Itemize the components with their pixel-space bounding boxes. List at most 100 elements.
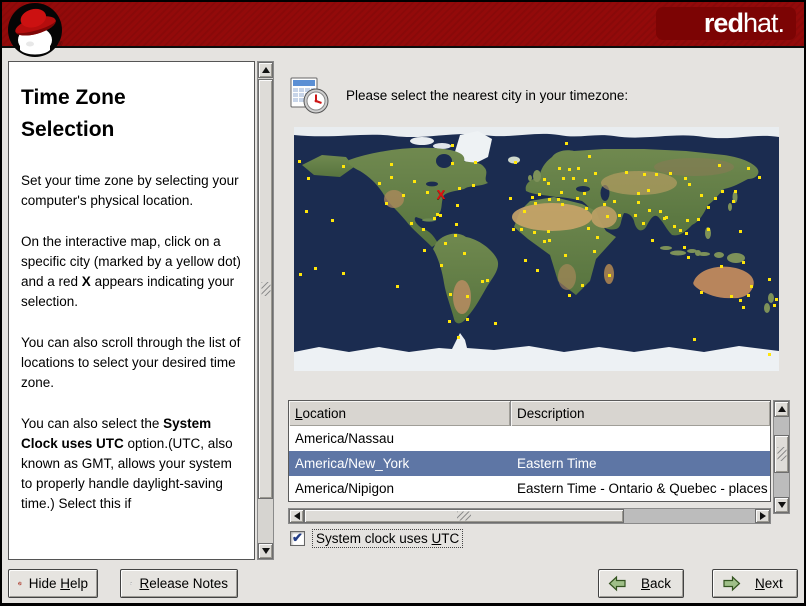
city-dot[interactable] bbox=[453, 233, 457, 237]
city-dot[interactable] bbox=[480, 279, 484, 283]
city-dot[interactable] bbox=[768, 353, 772, 357]
city-dot[interactable] bbox=[560, 191, 564, 195]
city-dot[interactable] bbox=[668, 172, 672, 176]
city-dot[interactable] bbox=[546, 181, 550, 185]
city-dot[interactable] bbox=[585, 207, 589, 211]
city-dot[interactable] bbox=[700, 193, 704, 197]
city-dot[interactable] bbox=[341, 165, 345, 169]
city-dot[interactable] bbox=[683, 246, 687, 250]
city-dot[interactable] bbox=[561, 176, 565, 180]
city-dot[interactable] bbox=[733, 189, 737, 193]
city-dot[interactable] bbox=[538, 193, 542, 197]
city-dot[interactable] bbox=[389, 163, 393, 167]
city-dot[interactable] bbox=[594, 172, 598, 176]
help-scroll-up-button[interactable] bbox=[258, 62, 273, 78]
city-dot[interactable] bbox=[532, 230, 536, 234]
city-dot[interactable] bbox=[687, 256, 691, 260]
city-dot[interactable] bbox=[738, 229, 742, 233]
city-dot[interactable] bbox=[642, 173, 646, 177]
help-scrollbar[interactable] bbox=[257, 61, 274, 560]
world-map[interactable]: X bbox=[294, 127, 779, 371]
city-dot[interactable] bbox=[304, 209, 308, 213]
city-dot[interactable] bbox=[557, 197, 561, 201]
city-dot[interactable] bbox=[567, 167, 571, 171]
city-dot[interactable] bbox=[699, 291, 703, 295]
city-dot[interactable] bbox=[533, 202, 537, 206]
city-dot[interactable] bbox=[587, 226, 591, 230]
city-dot[interactable] bbox=[384, 201, 388, 205]
city-dot[interactable] bbox=[426, 191, 430, 195]
city-dot[interactable] bbox=[341, 271, 345, 275]
city-dot[interactable] bbox=[714, 197, 718, 200]
city-dot[interactable] bbox=[587, 154, 591, 158]
table-row-selected[interactable]: America/New_York Eastern Time bbox=[289, 451, 770, 476]
city-dot[interactable] bbox=[774, 298, 778, 302]
city-dot[interactable] bbox=[683, 176, 687, 180]
next-button[interactable]: Next bbox=[712, 569, 798, 598]
city-dot[interactable] bbox=[454, 222, 458, 226]
city-dot[interactable] bbox=[757, 176, 761, 180]
city-dot[interactable] bbox=[524, 258, 528, 262]
table-horizontal-scrollbar[interactable] bbox=[288, 508, 771, 524]
city-dot[interactable] bbox=[707, 205, 711, 209]
city-dot[interactable] bbox=[636, 192, 640, 196]
city-dot[interactable] bbox=[665, 215, 669, 219]
table-row[interactable]: America/Nassau bbox=[289, 426, 770, 451]
table-scroll-left-button[interactable] bbox=[289, 509, 304, 523]
city-dot[interactable] bbox=[738, 299, 742, 303]
city-dot[interactable] bbox=[684, 232, 688, 236]
city-dot[interactable] bbox=[746, 167, 750, 171]
city-dot[interactable] bbox=[647, 189, 651, 193]
table-hscrollbar-thumb[interactable] bbox=[304, 509, 624, 523]
city-dot[interactable] bbox=[617, 213, 621, 217]
city-dot[interactable] bbox=[747, 293, 751, 297]
table-scroll-right-button[interactable] bbox=[755, 509, 770, 523]
city-dot[interactable] bbox=[718, 164, 722, 168]
city-dot[interactable] bbox=[519, 227, 523, 231]
city-dot[interactable] bbox=[658, 210, 662, 214]
city-dot[interactable] bbox=[330, 219, 334, 223]
city-dot[interactable] bbox=[564, 142, 568, 146]
city-dot[interactable] bbox=[451, 161, 455, 165]
city-dot[interactable] bbox=[531, 195, 535, 199]
city-dot[interactable] bbox=[692, 337, 696, 341]
city-dot[interactable] bbox=[625, 170, 629, 174]
city-dot[interactable] bbox=[433, 216, 437, 220]
city-dot[interactable] bbox=[613, 199, 617, 203]
city-dot[interactable] bbox=[697, 217, 701, 221]
city-dot[interactable] bbox=[462, 252, 466, 256]
city-dot[interactable] bbox=[514, 161, 518, 165]
hide-help-button[interactable]: Hide Help bbox=[8, 569, 98, 598]
city-dot[interactable] bbox=[749, 285, 753, 289]
city-dot[interactable] bbox=[595, 235, 599, 239]
city-dot[interactable] bbox=[679, 229, 683, 233]
city-dot[interactable] bbox=[607, 273, 611, 277]
city-dot[interactable] bbox=[673, 225, 677, 229]
city-dot[interactable] bbox=[465, 294, 469, 298]
table-vertical-scrollbar[interactable] bbox=[773, 400, 790, 514]
utc-checkbox[interactable]: ✔ bbox=[290, 530, 305, 546]
city-dot[interactable] bbox=[687, 183, 691, 187]
city-dot[interactable] bbox=[522, 209, 526, 213]
city-dot[interactable] bbox=[686, 219, 690, 223]
city-dot[interactable] bbox=[298, 272, 302, 276]
city-dot[interactable] bbox=[410, 222, 414, 226]
city-dot[interactable] bbox=[535, 269, 539, 273]
city-dot[interactable] bbox=[581, 283, 585, 287]
utc-label[interactable]: System clock uses UTC bbox=[312, 529, 464, 548]
city-dot[interactable] bbox=[313, 267, 317, 271]
city-dot[interactable] bbox=[767, 278, 771, 282]
city-dot[interactable] bbox=[443, 241, 447, 245]
city-dot[interactable] bbox=[456, 204, 460, 208]
city-dot[interactable] bbox=[465, 318, 469, 322]
city-dot[interactable] bbox=[547, 198, 551, 202]
city-dot[interactable] bbox=[306, 177, 310, 181]
city-dot[interactable] bbox=[473, 160, 477, 164]
city-dot[interactable] bbox=[508, 197, 512, 200]
city-dot[interactable] bbox=[390, 175, 394, 179]
table-vscrollbar-thumb[interactable] bbox=[774, 435, 789, 473]
city-dot[interactable] bbox=[647, 209, 651, 213]
back-button[interactable]: Back bbox=[598, 569, 684, 598]
table-scroll-down-button[interactable] bbox=[774, 497, 789, 513]
city-dot[interactable] bbox=[472, 183, 476, 187]
